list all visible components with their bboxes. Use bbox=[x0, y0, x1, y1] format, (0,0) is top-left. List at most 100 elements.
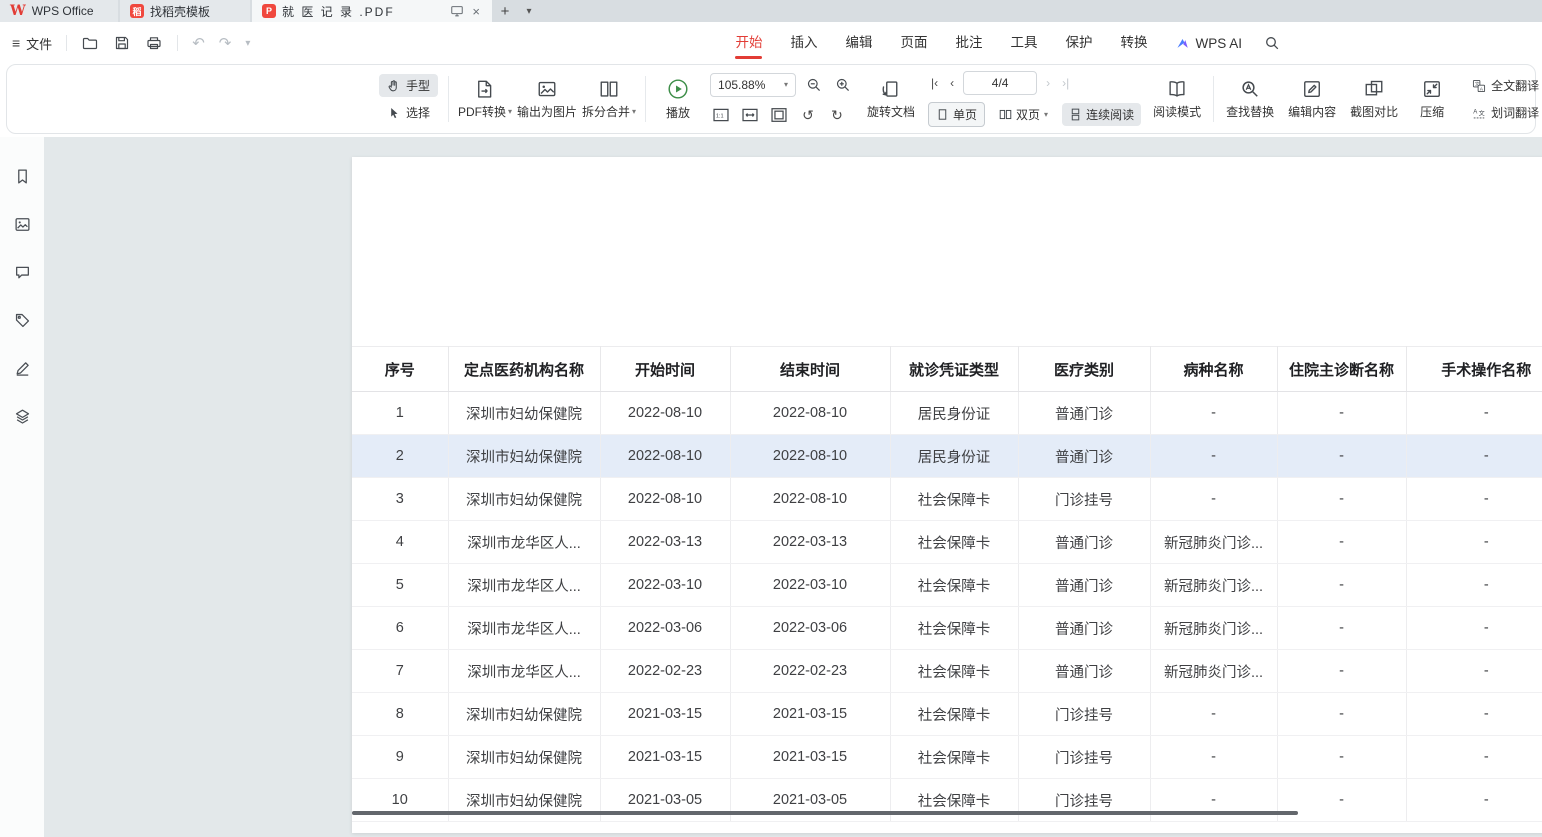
file-menu-button[interactable]: ≡ 文件 bbox=[12, 34, 52, 53]
svg-text:1:1: 1:1 bbox=[716, 113, 724, 119]
pdf-convert-button[interactable]: PDF转换▾ bbox=[459, 75, 511, 124]
close-tab-icon[interactable]: × bbox=[470, 4, 482, 19]
annotations-icon[interactable] bbox=[9, 307, 35, 333]
split-merge-button[interactable]: 拆分合并▾ bbox=[583, 75, 635, 124]
tab-label: 找稻壳模板 bbox=[150, 3, 210, 20]
full-text-translate-button[interactable]: 文 A 全文翻译 bbox=[1464, 74, 1542, 97]
table-cell: 2022-08-10 bbox=[600, 392, 730, 435]
table-cell: - bbox=[1406, 607, 1542, 650]
column-header: 就诊凭证类型 bbox=[890, 347, 1018, 392]
wps-pdf-window: W WPS Office 稻 找稻壳模板 P 就 医 记 录 .PDF × + … bbox=[0, 0, 1542, 837]
table-cell: 2022-08-10 bbox=[600, 478, 730, 521]
zoom-out-icon[interactable] bbox=[803, 74, 825, 96]
table-row: 9深圳市妇幼保健院2021-03-152021-03-15社会保障卡门诊挂号--… bbox=[352, 736, 1542, 779]
signature-pen-icon[interactable] bbox=[9, 355, 35, 381]
table-cell: 普通门诊 bbox=[1018, 607, 1150, 650]
menu-tab-edit[interactable]: 编辑 bbox=[833, 22, 884, 64]
fit-width-icon[interactable] bbox=[739, 104, 761, 126]
wps-ai-logo-icon bbox=[1175, 36, 1190, 51]
menu-tab-convert[interactable]: 转换 bbox=[1108, 22, 1159, 64]
column-header: 医疗类别 bbox=[1018, 347, 1150, 392]
table-cell: 2022-03-10 bbox=[730, 564, 890, 607]
monitor-icon[interactable] bbox=[450, 4, 464, 18]
search-icon[interactable] bbox=[1258, 35, 1286, 51]
layers-icon[interactable] bbox=[9, 403, 35, 429]
export-as-image-button[interactable]: 输出为图片 bbox=[521, 75, 573, 124]
table-row: 5深圳市龙华区人...2022-03-102022-03-10社会保障卡普通门诊… bbox=[352, 564, 1542, 607]
table-cell: 2021-03-15 bbox=[600, 693, 730, 736]
fit-page-icon[interactable] bbox=[768, 104, 790, 126]
actual-size-icon[interactable]: 1:1 bbox=[710, 104, 732, 126]
tab-wps-office[interactable]: W WPS Office bbox=[0, 0, 118, 22]
menu-tab-page[interactable]: 页面 bbox=[888, 22, 939, 64]
page-number-input[interactable] bbox=[963, 71, 1037, 95]
tab-list-chevron-icon[interactable]: ▾ bbox=[518, 0, 540, 22]
table-cell: 7 bbox=[352, 650, 448, 693]
open-file-icon[interactable] bbox=[81, 34, 99, 52]
image-icon bbox=[537, 79, 557, 99]
wps-ai-button[interactable]: WPS AI bbox=[1163, 36, 1254, 51]
chevron-down-icon: ▾ bbox=[508, 107, 512, 116]
menu-tab-insert[interactable]: 插入 bbox=[778, 22, 829, 64]
tab-docer-templates[interactable]: 稻 找稻壳模板 bbox=[120, 0, 250, 22]
tab-document[interactable]: P 就 医 记 录 .PDF × bbox=[252, 0, 492, 22]
select-tool-button[interactable]: 选择 bbox=[379, 101, 438, 124]
table-cell: 深圳市龙华区人... bbox=[448, 521, 600, 564]
single-page-toggle[interactable]: 单页 bbox=[928, 102, 985, 127]
table-cell: 10 bbox=[352, 779, 448, 822]
edit-content-button[interactable]: 编辑内容 bbox=[1286, 75, 1338, 124]
table-cell: 2022-03-06 bbox=[600, 607, 730, 650]
double-page-icon bbox=[999, 108, 1012, 121]
table-cell: 社会保障卡 bbox=[890, 478, 1018, 521]
menu-tab-home[interactable]: 开始 bbox=[723, 22, 774, 64]
reading-mode-button[interactable]: 阅读模式 bbox=[1151, 75, 1203, 124]
column-header: 序号 bbox=[352, 347, 448, 392]
divider bbox=[66, 35, 67, 51]
word-translate-button[interactable]: A 文 划词翻译 ▾ bbox=[1464, 101, 1542, 124]
table-cell: 门诊挂号 bbox=[1018, 736, 1150, 779]
comments-icon[interactable] bbox=[9, 259, 35, 285]
find-replace-button[interactable]: 查找替换 bbox=[1224, 75, 1276, 124]
document-viewport[interactable]: 序号定点医药机构名称开始时间结束时间就诊凭证类型医疗类别病种名称住院主诊断名称手… bbox=[44, 137, 1542, 837]
first-page-icon[interactable]: |‹ bbox=[928, 76, 941, 90]
zoom-level-select[interactable]: 105.88% ▾ bbox=[710, 73, 796, 97]
table-cell: - bbox=[1277, 607, 1406, 650]
menu-tab-protect[interactable]: 保护 bbox=[1053, 22, 1104, 64]
rotate-document-icon bbox=[881, 79, 901, 99]
rotate-document-button[interactable]: 旋转文档 bbox=[864, 75, 918, 124]
table-cell: 社会保障卡 bbox=[890, 693, 1018, 736]
quickbar-chevron-icon[interactable]: ▾ bbox=[245, 38, 250, 49]
undo-icon[interactable]: ↶ bbox=[192, 34, 205, 52]
document-title: 就 医 记 录 .PDF bbox=[282, 3, 395, 20]
save-icon[interactable] bbox=[113, 34, 131, 52]
table-cell: 深圳市龙华区人... bbox=[448, 650, 600, 693]
continuous-reading-toggle[interactable]: 连续阅读 bbox=[1062, 103, 1141, 126]
table-cell: 2022-03-13 bbox=[730, 521, 890, 564]
new-tab-button[interactable]: + bbox=[492, 0, 518, 22]
redo-icon[interactable]: ↷ bbox=[219, 34, 232, 52]
table-cell: 门诊挂号 bbox=[1018, 693, 1150, 736]
screenshot-compare-button[interactable]: 截图对比 bbox=[1348, 75, 1400, 124]
last-page-icon[interactable]: ›| bbox=[1059, 76, 1072, 90]
pdf-file-icon: P bbox=[262, 4, 276, 18]
thumbnails-icon[interactable] bbox=[9, 211, 35, 237]
double-page-toggle[interactable]: 双页 ▾ bbox=[992, 103, 1055, 126]
next-page-icon[interactable]: › bbox=[1043, 76, 1053, 90]
bookmarks-icon[interactable] bbox=[9, 163, 35, 189]
svg-text:文: 文 bbox=[1479, 109, 1485, 117]
zoom-in-icon[interactable] bbox=[832, 74, 854, 96]
previous-page-icon[interactable]: ‹ bbox=[947, 76, 957, 90]
table-cell: 深圳市龙华区人... bbox=[448, 564, 600, 607]
column-header: 住院主诊断名称 bbox=[1277, 347, 1406, 392]
hand-tool-button[interactable]: 手型 bbox=[379, 74, 438, 97]
print-icon[interactable] bbox=[145, 34, 163, 52]
continuous-reading-icon bbox=[1069, 108, 1082, 121]
rotate-left-icon[interactable]: ↺ bbox=[797, 104, 819, 126]
word-translate-icon: A 文 bbox=[1472, 106, 1486, 120]
table-cell: 普通门诊 bbox=[1018, 435, 1150, 478]
play-button[interactable]: 播放 bbox=[656, 74, 700, 125]
menu-tab-tools[interactable]: 工具 bbox=[998, 22, 1049, 64]
rotate-right-icon[interactable]: ↻ bbox=[826, 104, 848, 126]
menu-tab-comment[interactable]: 批注 bbox=[943, 22, 994, 64]
compress-button[interactable]: 压缩 bbox=[1410, 75, 1454, 124]
